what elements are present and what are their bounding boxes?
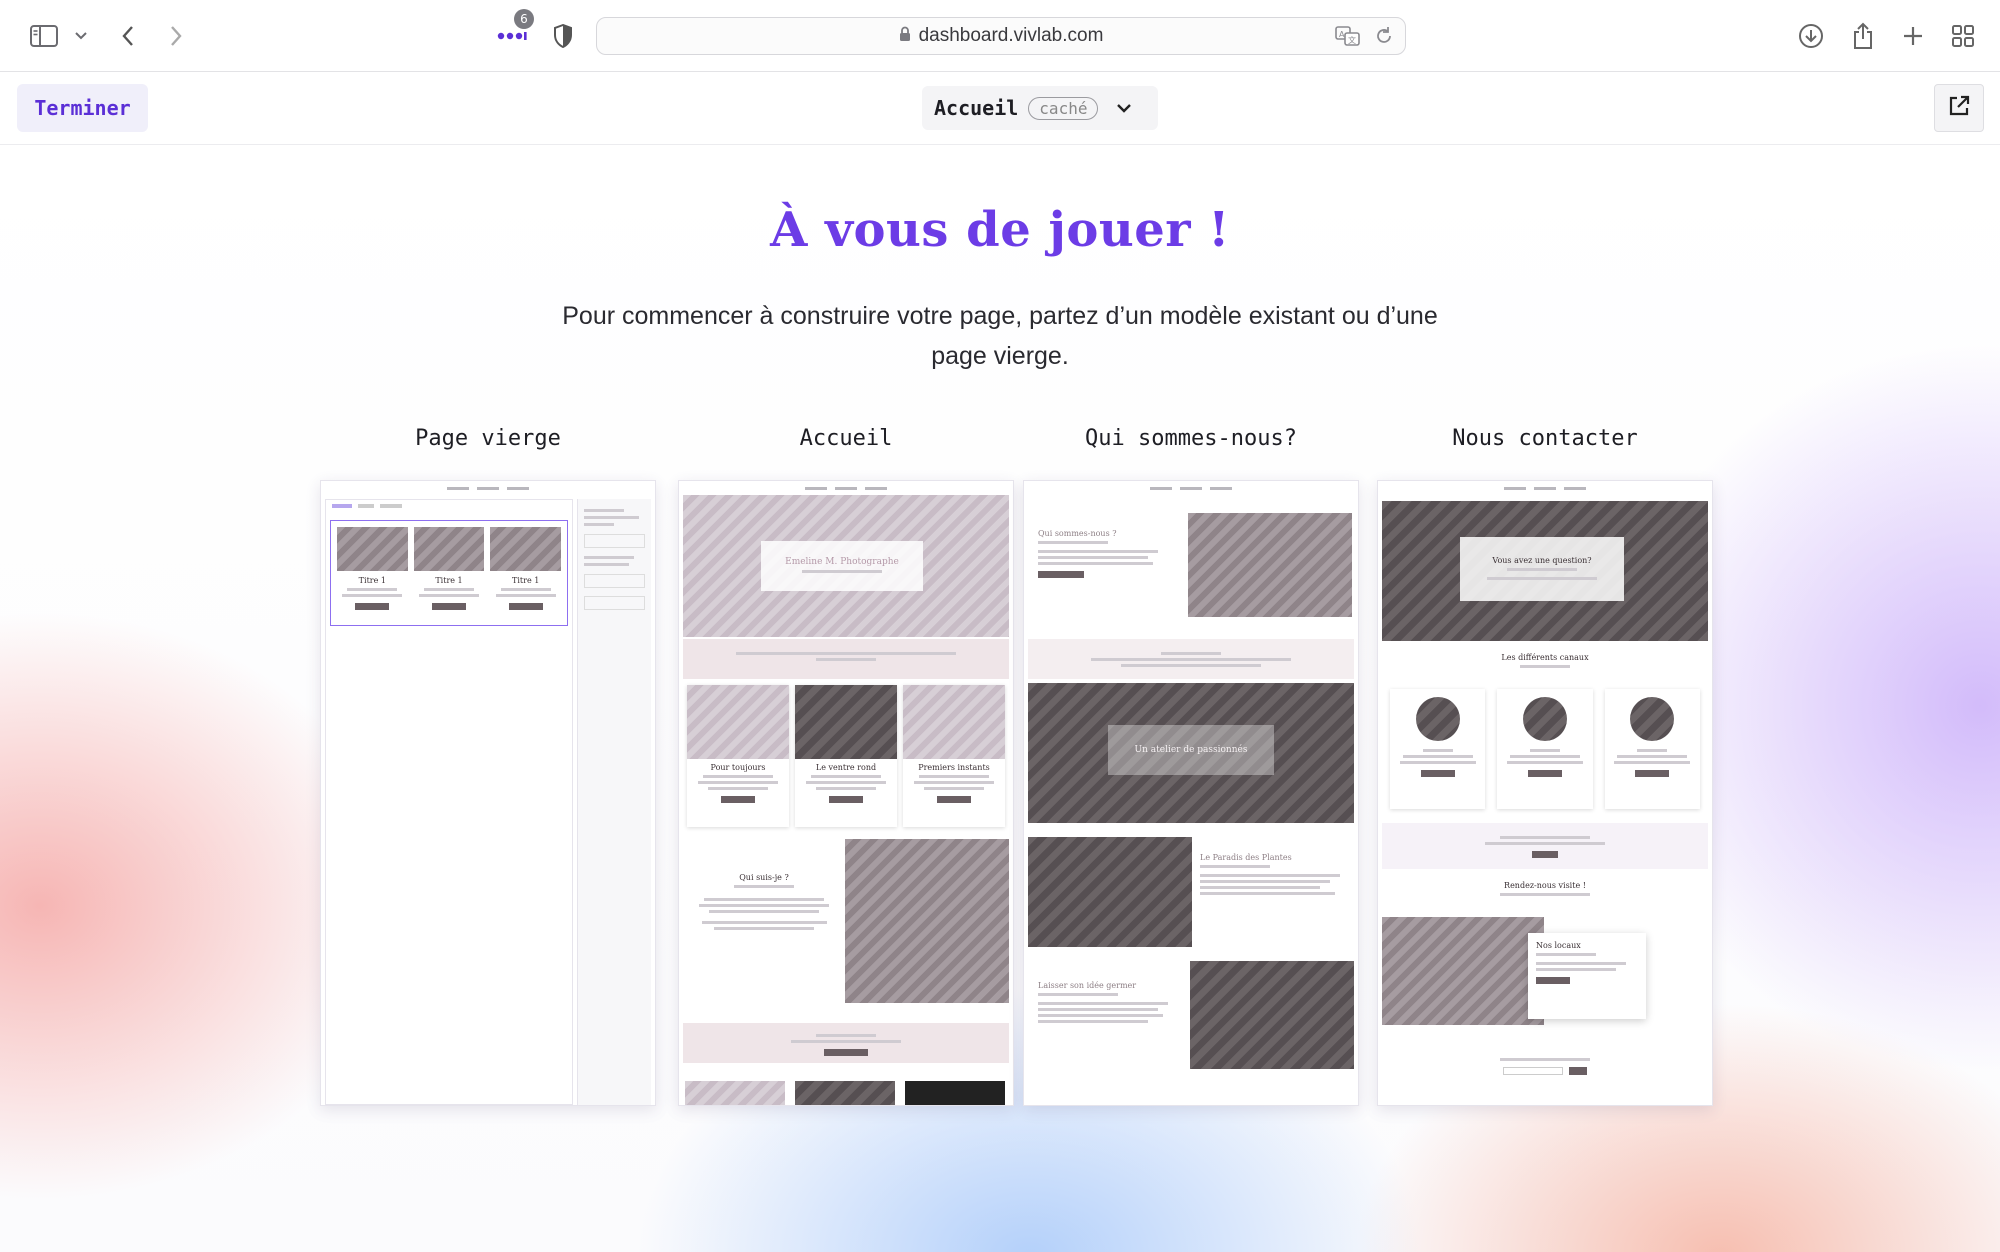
template-picker: À vous de jouer ! Pour commencer à const… (0, 146, 2000, 1252)
external-link-icon (1947, 94, 1971, 122)
page-title: À vous de jouer ! (770, 202, 1230, 258)
preview-nav (321, 481, 655, 495)
template-preview[interactable]: Titre 1 Titre 1 Titre 1 (320, 480, 656, 1106)
template-preview[interactable]: Emeline M. Photographe Pour toujours Le … (678, 480, 1014, 1106)
url-text: dashboard.vivlab.com (918, 25, 1104, 46)
page-name: Accueil (934, 96, 1019, 120)
template-label: Qui sommes-nous? (1085, 426, 1297, 451)
template-preview[interactable]: Qui sommes-nous ? Un atelier de passionn… (1023, 480, 1359, 1106)
preview-canvas: Titre 1 Titre 1 Titre 1 (325, 499, 573, 1105)
template-about[interactable]: Qui sommes-nous? Qui sommes-nous ? Un at… (1023, 426, 1359, 1106)
svg-text:文: 文 (1348, 35, 1356, 45)
chevron-down-icon[interactable] (70, 18, 92, 54)
template-home[interactable]: Accueil Emeline M. Photographe Pour touj… (678, 426, 1014, 1106)
translate-icon[interactable]: A文 (1335, 26, 1361, 50)
preview-channel-card (1390, 689, 1485, 809)
page-selector[interactable]: Accueil caché (922, 86, 1158, 130)
preview-card: Pour toujours (687, 685, 789, 827)
chevron-down-icon (1116, 103, 1132, 113)
preview-card: Le ventre rond (795, 685, 897, 827)
preview-column: Titre 1 (337, 527, 408, 619)
address-bar[interactable]: dashboard.vivlab.com A文 (596, 17, 1406, 55)
sidebar-toggle-icon[interactable] (26, 18, 62, 54)
privacy-shield-icon[interactable] (548, 18, 578, 54)
back-arrow-icon[interactable] (114, 18, 142, 54)
template-preview[interactable]: Vous avez une question? Les différents c… (1377, 480, 1713, 1106)
preview-sidebar (577, 499, 651, 1105)
finish-button[interactable]: Terminer (17, 84, 148, 132)
preview-portrait (845, 839, 1009, 1003)
preview-nav (1378, 481, 1712, 495)
template-label: Accueil (799, 426, 893, 451)
preview-channel-card (1497, 689, 1592, 809)
tab-overview-icon[interactable] (1946, 18, 1980, 54)
browser-chrome: 6 dashboard.vivlab.com A文 (0, 0, 2000, 72)
forward-arrow-icon[interactable] (162, 18, 190, 54)
new-tab-icon[interactable] (1896, 18, 1930, 54)
preview-nav (679, 481, 1013, 495)
template-blank[interactable]: Page vierge Titre 1 Titre 1 Titre 1 (320, 426, 656, 1106)
template-contact[interactable]: Nous contacter Vous avez une question? L… (1377, 426, 1713, 1106)
extensions-badge: 6 (514, 9, 534, 29)
reload-icon[interactable] (1375, 26, 1393, 50)
preview-channel-card (1605, 689, 1700, 809)
share-icon[interactable] (1846, 18, 1880, 54)
preview-nav (1024, 481, 1358, 495)
page-state-badge: caché (1028, 96, 1099, 120)
preview-column: Titre 1 (490, 527, 562, 619)
preview-card: Premiers instants (903, 685, 1005, 827)
lock-icon (899, 26, 911, 46)
svg-text:A: A (1339, 30, 1345, 39)
open-external-button[interactable] (1934, 84, 1984, 132)
downloads-icon[interactable] (1794, 18, 1828, 54)
editor-toolbar: Terminer Accueil caché (0, 73, 2000, 145)
template-label: Nous contacter (1452, 426, 1638, 451)
preview-column: Titre 1 (413, 527, 485, 619)
intro-text: Pour commencer à construire votre page, … (562, 302, 1438, 370)
extensions-icon[interactable]: 6 (494, 9, 534, 54)
template-label: Page vierge (415, 426, 561, 451)
